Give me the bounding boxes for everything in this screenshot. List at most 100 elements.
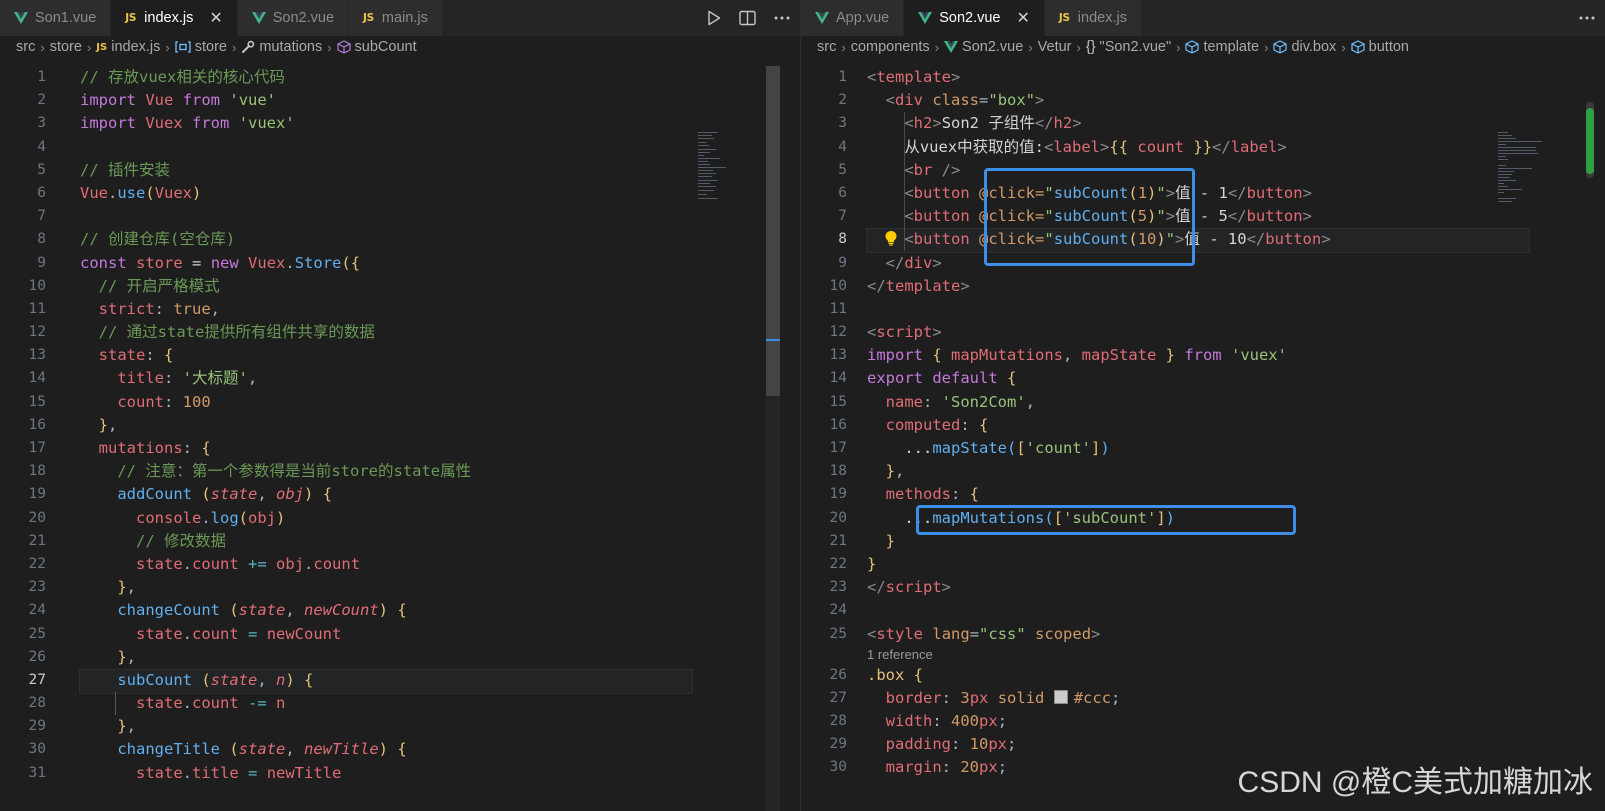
tab-index-js[interactable]: JS index.js ✕ (111, 0, 238, 36)
right-scrollbar[interactable] (1583, 66, 1597, 811)
code-line: 20 console.log(obj) (0, 507, 800, 530)
split-editor-icon[interactable] (739, 10, 756, 26)
code-token: </ (867, 253, 905, 272)
code-token: < (867, 183, 914, 202)
breadcrumb-item[interactable]: src (16, 39, 35, 55)
line-number: 6 (37, 184, 46, 201)
code-token: < (1044, 137, 1054, 156)
code-token: "box" (988, 91, 1036, 110)
breadcrumb-item[interactable]: button (1351, 39, 1409, 55)
tab-app-vue[interactable]: App.vue (801, 0, 905, 36)
code-token: // 修改数据 (80, 531, 226, 550)
code-text: } (867, 553, 876, 576)
code-line: 4 从vuex中获取的值:<label>{{ count }}</label> (801, 136, 1605, 159)
code-token: width (885, 712, 933, 731)
line-number: 23 (28, 579, 46, 596)
tab-son2-vue-active[interactable]: Son2.vue ✕ (904, 0, 1045, 36)
code-token: true (173, 299, 211, 318)
code-line: 5 <br /> (801, 159, 1605, 182)
line-number: 23 (829, 579, 847, 596)
line-number: 29 (28, 718, 46, 735)
code-token: . (285, 253, 295, 272)
left-tab-bar: Son1.vue JS index.js ✕ Son2.vue JS main.… (0, 0, 800, 36)
line-number: 28 (28, 695, 46, 712)
right-code-area[interactable]: 1 <template> 2 <div class="box"> 3 <h2>Son2… (801, 66, 1605, 811)
code-token: ) (378, 601, 389, 620)
chevron-right-icon: › (165, 39, 170, 55)
right-minimap[interactable] (1498, 132, 1558, 212)
code-token: : (951, 485, 970, 504)
code-line: 21 } (801, 530, 1605, 553)
codelens-reference-text[interactable]: 1 reference (867, 646, 933, 664)
more-actions-icon[interactable] (774, 16, 790, 20)
code-token: // 插件安装 (80, 160, 170, 179)
code-token: ) (285, 670, 295, 689)
more-actions-icon[interactable] (1579, 16, 1595, 20)
code-token: obj (248, 508, 277, 527)
breadcrumb-item[interactable]: div.box (1273, 39, 1336, 55)
close-tab-icon[interactable]: ✕ (209, 8, 222, 28)
code-token: mutations (98, 439, 183, 457)
code-token: { (904, 665, 923, 684)
left-code-area[interactable]: 1// 存放vuex相关的核心代码 2 import Vue from 'vue' 3… (0, 66, 800, 811)
breadcrumb-item[interactable]: Son2.vue (944, 39, 1023, 55)
breadcrumb-item[interactable]: store (50, 39, 82, 55)
code-token: > (1321, 230, 1331, 249)
run-icon[interactable] (707, 10, 721, 26)
breadcrumb-item[interactable]: mutations (241, 39, 322, 55)
code-text: title: '大标题', (80, 367, 257, 390)
code-line: 25 state.count = newCount (0, 623, 800, 646)
close-tab-icon[interactable]: ✕ (1017, 8, 1030, 28)
line-number: 20 (28, 509, 46, 526)
breadcrumb-item[interactable]: JS index.js (96, 39, 160, 55)
code-text: mutations: { (80, 437, 211, 460)
left-minimap[interactable] (698, 132, 758, 212)
lightbulb-icon[interactable] (883, 230, 899, 246)
code-token: Vue (145, 91, 174, 110)
breadcrumb-item[interactable]: {} "Son2.vue" (1086, 39, 1171, 55)
code-token: 值 - 5 (1175, 207, 1228, 226)
code-token: lang (932, 624, 970, 643)
code-text: <button @click="subCount(1)">值 - 1</butt… (867, 182, 1312, 205)
vue-file-icon (815, 12, 829, 24)
breadcrumb-item[interactable]: src (817, 39, 836, 55)
code-token: : (951, 735, 970, 754)
code-token: br (913, 160, 933, 179)
line-number: 19 (829, 486, 847, 503)
code-token: . (182, 694, 193, 713)
code-token: from (1184, 346, 1222, 365)
code-line: 19 methods: { (801, 483, 1605, 506)
tab-son1-vue[interactable]: Son1.vue (0, 0, 112, 36)
code-token: 从vuex中获取的值: (904, 137, 1044, 156)
breadcrumb-item[interactable]: components (851, 39, 930, 55)
breadcrumb-item[interactable]: store (175, 39, 227, 55)
scroll-thumb[interactable] (766, 66, 780, 396)
code-token: ; (1007, 735, 1017, 754)
code-text: }, (80, 646, 136, 669)
code-token: changeTitle (117, 740, 220, 759)
left-scrollbar[interactable] (766, 66, 780, 811)
code-token: console (136, 508, 202, 527)
line-number: 13 (28, 347, 46, 364)
breadcrumb-item[interactable]: Vetur (1038, 39, 1072, 55)
color-swatch-icon[interactable] (1053, 689, 1068, 704)
line-number: 18 (28, 463, 46, 480)
tab-main-js[interactable]: JS main.js (349, 0, 443, 36)
breadcrumb-item[interactable]: subCount (336, 39, 417, 55)
code-token: < (867, 207, 914, 226)
code-text: addCount (state, obj) { (80, 483, 332, 506)
tab-son2-vue[interactable]: Son2.vue (237, 0, 350, 36)
code-token: 100 (182, 392, 211, 411)
tab-label: index.js (1077, 10, 1127, 26)
code-token: addCount (117, 485, 192, 504)
codelens-references[interactable]: 1 reference (801, 646, 1605, 664)
code-token: newCount (266, 624, 342, 643)
tab-index-js[interactable]: JS index.js (1044, 0, 1142, 36)
breadcrumb-item[interactable]: template (1185, 39, 1259, 55)
tab-label: Son2.vue (272, 10, 335, 26)
code-text: state.title = newTitle (80, 762, 341, 785)
